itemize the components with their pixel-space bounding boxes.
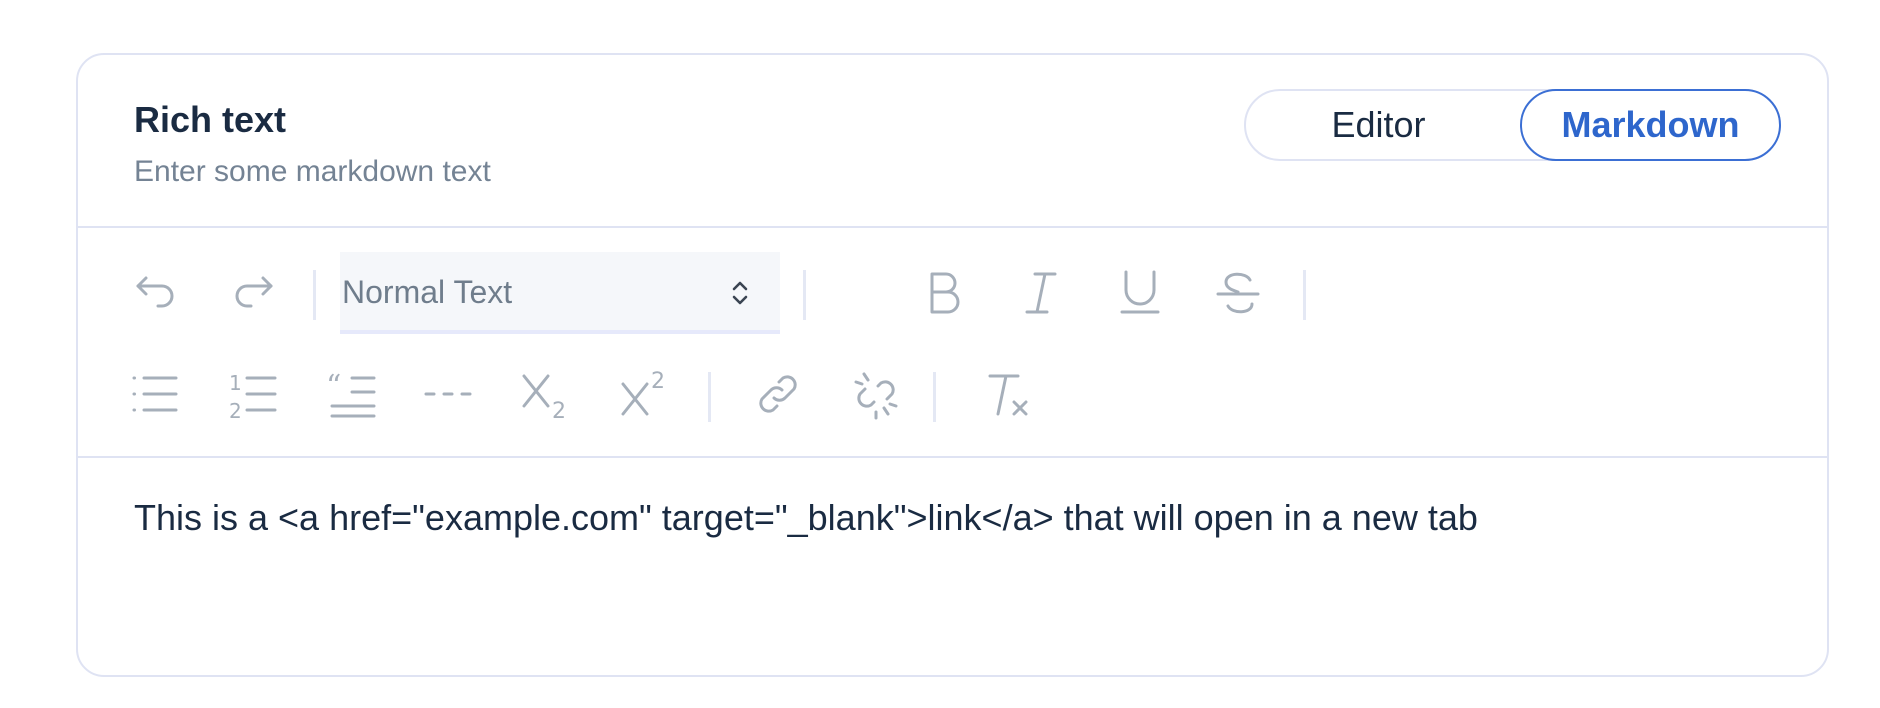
field-description: Enter some markdown text	[134, 155, 491, 188]
numbered-list-button[interactable]: 1 2	[223, 364, 283, 424]
superscript-icon: 2	[621, 369, 665, 416]
italic-button[interactable]	[1011, 262, 1071, 322]
editor-mode-tab[interactable]: Editor	[1246, 89, 1511, 161]
svg-text:“: “	[326, 369, 341, 404]
block-type-value: Normal Text	[342, 274, 513, 310]
link-button[interactable]	[748, 364, 808, 424]
blockquote-button[interactable]: “	[322, 364, 382, 424]
underline-icon	[1120, 270, 1160, 314]
horizontal-rule-button[interactable]	[418, 364, 478, 424]
blockquote-icon: “	[326, 369, 376, 418]
block-type-select[interactable]: Normal Text	[340, 252, 780, 334]
bold-icon	[930, 272, 960, 314]
italic-icon	[1025, 272, 1057, 314]
subscript-icon: 2	[522, 374, 566, 424]
bullet-list-icon	[132, 376, 178, 412]
unlink-icon	[854, 372, 898, 420]
redo-button[interactable]	[223, 262, 283, 322]
underline-button[interactable]	[1110, 262, 1170, 322]
mode-toggle: Editor Markdown	[1244, 89, 1781, 161]
clear-formatting-icon	[988, 374, 1028, 416]
strikethrough-icon	[1216, 272, 1260, 314]
superscript-button[interactable]: 2	[615, 364, 675, 424]
clear-formatting-button[interactable]	[978, 364, 1038, 424]
strikethrough-button[interactable]	[1208, 262, 1268, 322]
formatting-toolbar: Normal Text 1 2 “ 2 2	[78, 228, 1827, 458]
bold-button[interactable]	[914, 262, 974, 322]
card-header: Rich text Enter some markdown text Edito…	[78, 55, 1827, 228]
bullet-list-button[interactable]	[126, 364, 186, 424]
svg-text:2: 2	[229, 399, 242, 423]
numbered-list-icon: 1 2	[229, 371, 277, 423]
toolbar-divider	[933, 372, 936, 422]
redo-icon	[235, 276, 273, 308]
undo-icon	[136, 276, 174, 308]
field-title: Rich text	[134, 99, 287, 140]
rich-text-card: Rich text Enter some markdown text Edito…	[76, 53, 1829, 677]
toolbar-divider	[803, 270, 806, 320]
svg-text:2: 2	[552, 399, 566, 424]
subscript-button[interactable]: 2	[516, 364, 576, 424]
chevron-up-down-icon	[730, 276, 750, 310]
horizontal-rule-icon	[424, 392, 472, 396]
svg-text:2: 2	[651, 369, 665, 394]
link-icon	[759, 375, 797, 413]
svg-text:1: 1	[229, 371, 242, 395]
toolbar-divider	[1303, 270, 1306, 320]
toolbar-divider	[708, 372, 711, 422]
unlink-button[interactable]	[846, 364, 906, 424]
toolbar-divider	[313, 270, 316, 320]
markdown-mode-tab[interactable]: Markdown	[1520, 89, 1781, 161]
undo-button[interactable]	[126, 262, 186, 322]
markdown-text-area[interactable]: This is a <a href="example.com" target="…	[134, 497, 1478, 539]
